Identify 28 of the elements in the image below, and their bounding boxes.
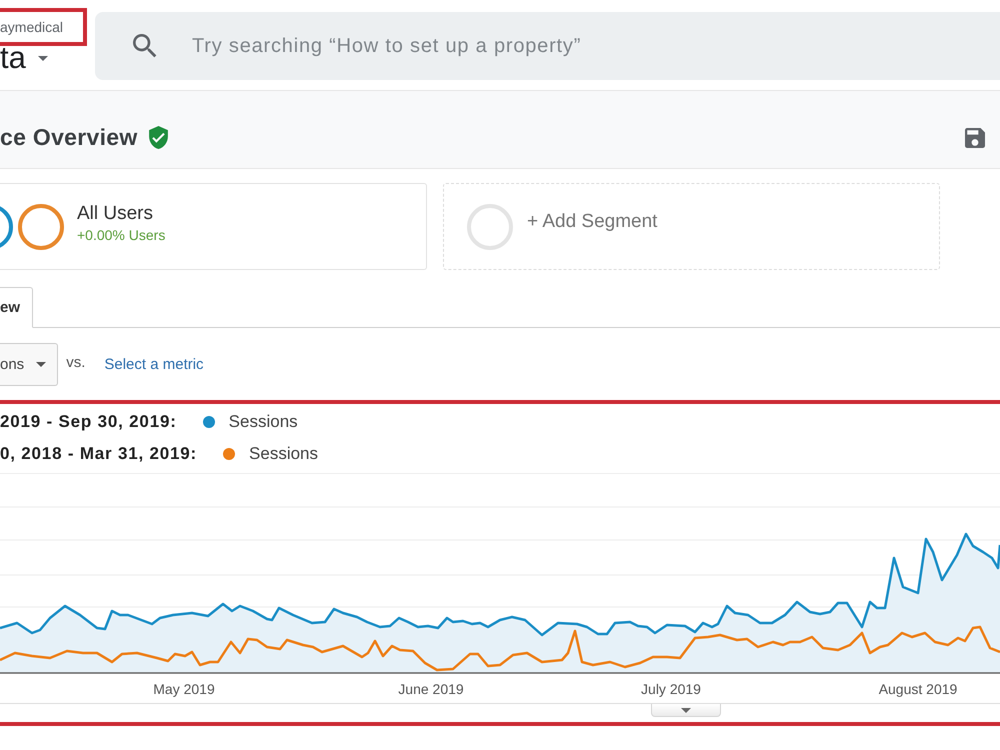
caret-icon — [36, 362, 46, 367]
property-selector[interactable]: ta — [0, 42, 48, 74]
x-axis-label: August 2019 — [878, 681, 958, 697]
segment-name: All Users — [77, 202, 154, 224]
caret-icon — [681, 708, 691, 712]
date-range-label: 0, 2018 - Mar 31, 2019: — [0, 444, 198, 464]
save-button[interactable] — [965, 128, 985, 148]
ring-icon — [467, 204, 513, 250]
search-icon — [133, 34, 157, 58]
caret-icon — [38, 56, 48, 60]
account-name: aymedical — [0, 18, 64, 36]
series-label: Sessions — [249, 444, 318, 464]
segment-card[interactable]: All Users +0.00% Users — [0, 183, 427, 270]
x-axis-label: June 2019 — [398, 681, 464, 697]
versus-label: vs. — [66, 354, 86, 371]
segment-change: +0.00% Users — [77, 226, 166, 244]
metric-dropdown[interactable]: ons — [0, 343, 58, 386]
date-range-label: 2019 - Sep 30, 2019: — [0, 412, 177, 432]
x-axis-label: July 2019 — [641, 681, 701, 697]
save-icon — [965, 128, 985, 148]
select-metric-link[interactable]: Select a metric — [104, 356, 204, 373]
collapse-button[interactable] — [651, 704, 721, 717]
series-label: Sessions — [228, 412, 298, 432]
tab[interactable]: ew — [0, 287, 34, 328]
add-segment-button[interactable]: + Add Segment — [443, 183, 940, 270]
search-field[interactable]: Try searching “How to set up a property” — [95, 12, 1000, 80]
report-title: ce Overview — [0, 124, 138, 151]
x-axis-label: May 2019 — [153, 681, 215, 697]
